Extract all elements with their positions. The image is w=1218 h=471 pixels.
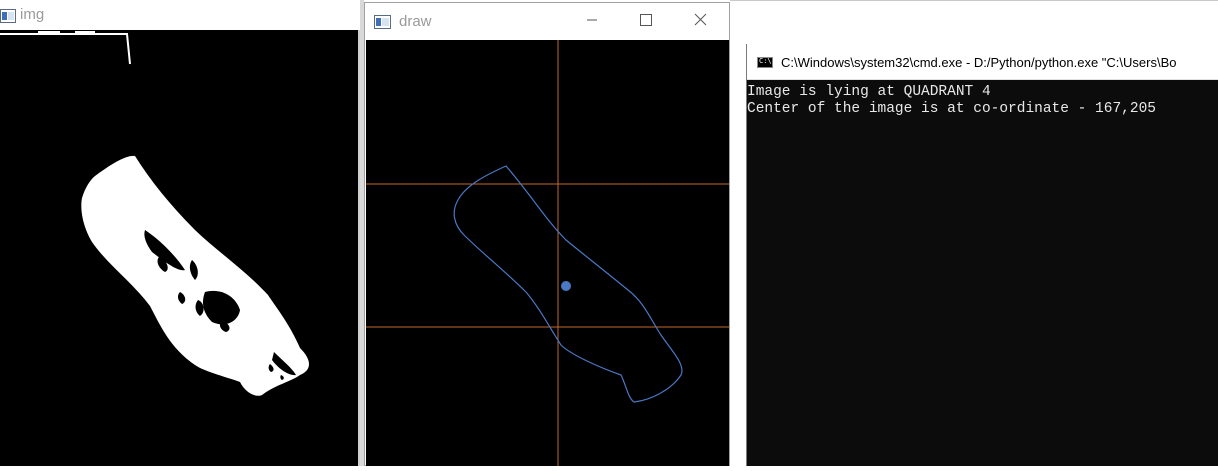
cmd-window: C:\ C:\Windows\system32\cmd.exe - D:/Pyt… [746, 44, 1218, 466]
img-titlebar[interactable]: img [0, 0, 360, 30]
console-line: Center of the image is at co-ordinate - … [747, 101, 1156, 117]
binary-mask-image [0, 31, 309, 396]
desktop-separator [730, 0, 746, 466]
console-line: Image is lying at QUADRANT 4 [747, 84, 991, 100]
img-canvas [0, 30, 358, 466]
close-icon [694, 13, 707, 31]
draw-window: draw [364, 2, 730, 466]
draw-canvas [366, 40, 729, 466]
maximize-icon [640, 13, 652, 31]
window-app-icon [374, 15, 391, 29]
window-app-icon [0, 9, 16, 23]
draw-titlebar[interactable]: draw [365, 3, 729, 40]
cmd-window-title: C:\Windows\system32\cmd.exe - D:/Python/… [781, 55, 1177, 70]
maximize-button[interactable] [623, 3, 669, 40]
contour-drawing [366, 40, 729, 466]
desktop-edge-line [730, 0, 1218, 1]
img-window-title: img [20, 6, 45, 23]
cmd-titlebar[interactable]: C:\ C:\Windows\system32\cmd.exe - D:/Pyt… [747, 44, 1218, 80]
minimize-button[interactable] [569, 3, 615, 40]
img-window: img [0, 0, 360, 466]
minimize-icon [586, 13, 598, 31]
close-button[interactable] [677, 3, 723, 40]
console-icon: C:\ [757, 57, 773, 68]
draw-window-title: draw [399, 13, 432, 30]
center-dot [561, 281, 571, 291]
console-output[interactable]: Image is lying at QUADRANT 4 Center of t… [747, 81, 1218, 466]
